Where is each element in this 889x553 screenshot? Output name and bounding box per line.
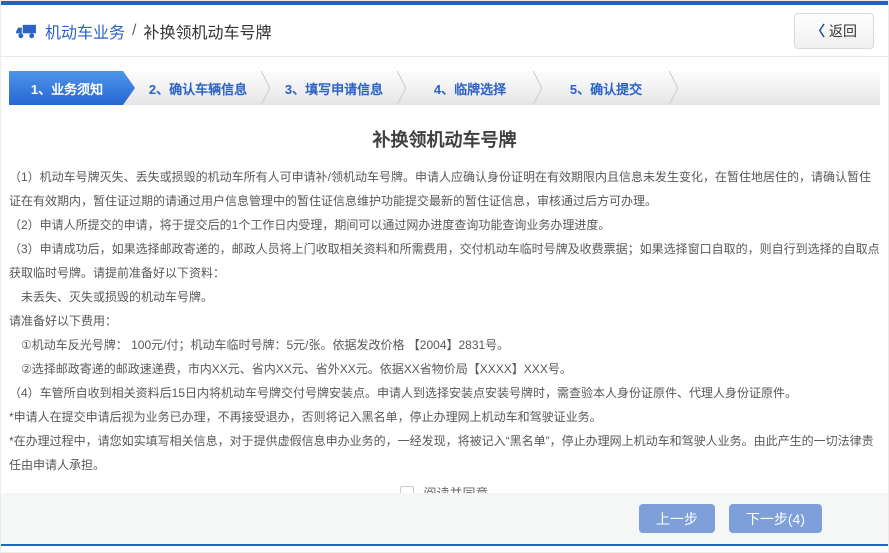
notice-paragraph: *申请人在提交申请后视为业务已办理，不再接受退办，否则将记入黑名单，停止办理网上…	[9, 405, 880, 429]
step-label: 3、填写申请信息	[285, 79, 383, 98]
breadcrumb-section[interactable]: 机动车业务	[45, 19, 125, 43]
step-label: 2、确认车辆信息	[149, 79, 247, 98]
notice-paragraph: （3）申请成功后，如果选择邮政寄递的，邮政人员将上门收取相关资料和所需费用，交付…	[9, 237, 880, 285]
footer-action-bar: 上一步 下一步(4)	[1, 493, 888, 544]
notice-paragraph: *在办理过程中，请您如实填写相关信息，对于提供虚假信息申办业务的，一经发现，将被…	[9, 429, 880, 477]
page: 机动车业务 / 补换领机动车号牌 〈 返回 1、业务须知 2、确认车辆信息 3、…	[0, 0, 889, 553]
notice-text: （1）机动车号牌灭失、丢失或损毁的机动车所有人可申请补/领机动车号牌。申请人应确…	[9, 165, 880, 477]
step-divider-icon	[257, 71, 275, 105]
breadcrumb-current: 补换领机动车号牌	[143, 19, 271, 43]
breadcrumb-separator: /	[132, 22, 136, 40]
notice-paragraph: （1）机动车号牌灭失、丢失或损毁的机动车所有人可申请补/领机动车号牌。申请人应确…	[9, 165, 880, 213]
next-step-button[interactable]: 下一步(4)	[729, 504, 822, 533]
step-label: 1、业务须知	[31, 79, 103, 98]
breadcrumb: 机动车业务 / 补换领机动车号牌	[15, 19, 271, 43]
main-content: 补换领机动车号牌 （1）机动车号牌灭失、丢失或损毁的机动车所有人可申请补/领机动…	[1, 126, 888, 502]
step-divider-icon	[529, 71, 547, 105]
notice-paragraph: （4）车管所自收到相关资料后15日内将机动车号牌交付号牌安装点。申请人到选择安装…	[9, 381, 880, 405]
notice-paragraph: ②选择邮政寄递的邮政速递费，市内XX元、省内XX元、省外XX元。依据XX省物价局…	[9, 357, 880, 381]
step-5-confirm-submit[interactable]: 5、确认提交	[547, 71, 665, 105]
step-divider-icon	[393, 71, 411, 105]
step-3-fill-application-info[interactable]: 3、填写申请信息	[275, 71, 393, 105]
notice-paragraph: 请准备好以下费用：	[9, 309, 880, 333]
step-1-business-notice[interactable]: 1、业务须知	[9, 71, 135, 105]
step-2-confirm-vehicle-info[interactable]: 2、确认车辆信息	[139, 71, 257, 105]
step-nav-filler	[683, 71, 880, 105]
prev-step-button[interactable]: 上一步	[639, 504, 715, 533]
step-divider-icon	[665, 71, 683, 105]
notice-paragraph: （2）申请人所提交的申请，将于提交后的1个工作日内受理，期间可以通过网办进度查询…	[9, 213, 880, 237]
header: 机动车业务 / 补换领机动车号牌 〈 返回	[1, 5, 888, 57]
page-title: 补换领机动车号牌	[9, 126, 880, 152]
chevron-left-icon: 〈	[811, 21, 825, 41]
notice-paragraph: 未丢失、灭失或损毁的机动车号牌。	[9, 285, 880, 309]
back-button[interactable]: 〈 返回	[794, 13, 874, 49]
notice-paragraph: ①机动车反光号牌： 100元/付；机动车临时号牌：5元/张。依据发改价格 【20…	[9, 333, 880, 357]
step-4-temp-plate-choice[interactable]: 4、临牌选择	[411, 71, 529, 105]
bottom-accent-bar	[1, 544, 888, 546]
step-label: 4、临牌选择	[434, 79, 506, 98]
back-button-label: 返回	[829, 21, 857, 41]
truck-icon	[15, 22, 38, 39]
step-label: 5、确认提交	[570, 79, 642, 98]
step-nav: 1、业务须知 2、确认车辆信息 3、填写申请信息 4、临牌选择 5、确认提交	[9, 71, 880, 105]
